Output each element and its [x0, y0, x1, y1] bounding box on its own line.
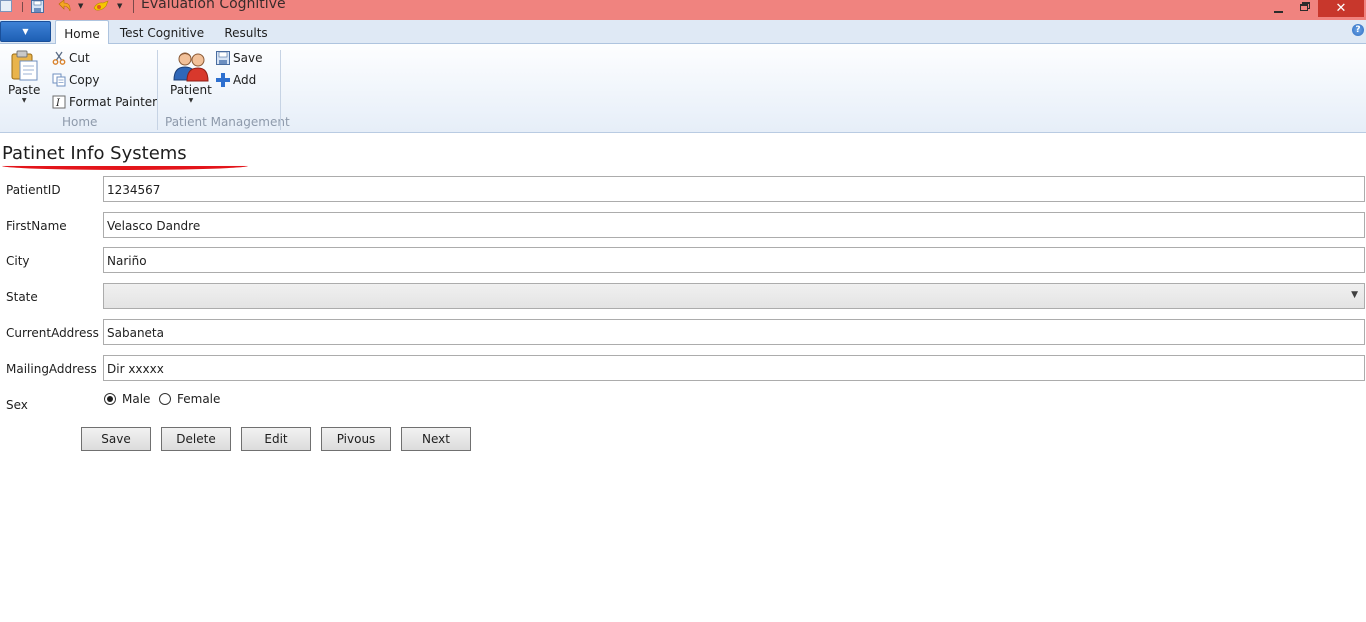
delete-button[interactable]: Delete: [161, 427, 231, 451]
copy-icon: [52, 73, 66, 87]
group-separator: [157, 50, 158, 130]
qat-customize-icon[interactable]: ▼: [117, 2, 122, 10]
application-menu-button[interactable]: ▼: [0, 21, 51, 42]
group-label-patient-management: Patient Management: [165, 115, 290, 129]
radio-selected-dot: [107, 396, 113, 402]
format-painter-icon: I: [52, 95, 66, 109]
paste-icon: [11, 50, 38, 81]
window-title: Evaluation Cognitive: [141, 0, 286, 12]
patient-button[interactable]: Patient ▼: [170, 50, 212, 105]
paste-dropdown-icon[interactable]: ▼: [22, 97, 27, 105]
title-bar: ▼ ▼ Evaluation Cognitive ✕: [0, 0, 1366, 20]
patients-icon: [173, 52, 209, 82]
edit-button[interactable]: Edit: [241, 427, 311, 451]
format-painter-button[interactable]: I Format Painter: [52, 93, 157, 111]
ribbon: Paste ▼ Cut Copy I Format Painter Home P…: [0, 44, 1366, 133]
save-icon: [216, 51, 230, 65]
patient-label: Patient: [170, 83, 212, 97]
ribbon-save-label: Save: [233, 51, 263, 65]
current-address-label: CurrentAddress: [6, 326, 99, 340]
ribbon-save-button[interactable]: Save: [216, 49, 262, 67]
current-address-input[interactable]: [103, 319, 1365, 345]
previous-button[interactable]: Pivous: [321, 427, 391, 451]
patient-dropdown-icon[interactable]: ▼: [189, 97, 194, 105]
copy-button[interactable]: Copy: [52, 71, 99, 89]
state-label: State: [6, 290, 38, 304]
first-name-input[interactable]: [103, 212, 1365, 238]
paste-button[interactable]: Paste ▼: [8, 50, 40, 105]
page-title: Patinet Info Systems: [2, 143, 187, 164]
sex-radio-male-label: Male: [122, 392, 151, 406]
radio-circle[interactable]: [104, 393, 116, 405]
chevron-down-icon: ▼: [22, 27, 29, 36]
restore-button[interactable]: [1292, 0, 1316, 17]
qat-separator: [22, 2, 23, 12]
cut-button[interactable]: Cut: [52, 49, 90, 67]
patient-id-label: PatientID: [6, 183, 61, 197]
restore-icon: [1300, 4, 1308, 11]
ribbon-tab-row: ▼ Home Test Cognitive Results ?: [0, 20, 1366, 45]
quick-save-icon[interactable]: [31, 0, 44, 13]
cut-label: Cut: [69, 51, 90, 65]
sex-label: Sex: [6, 398, 28, 412]
group-separator: [280, 50, 281, 130]
format-painter-label: Format Painter: [69, 95, 158, 109]
close-icon: ✕: [1335, 1, 1347, 16]
patient-id-input[interactable]: [103, 176, 1365, 202]
app-icon[interactable]: [0, 0, 12, 12]
paste-label: Paste: [8, 83, 41, 97]
ribbon-add-label: Add: [233, 73, 257, 87]
minimize-icon: [1273, 10, 1283, 13]
plus-icon: [216, 73, 230, 87]
minimize-button[interactable]: [1266, 0, 1290, 17]
help-icon[interactable]: ?: [1352, 24, 1364, 36]
scissors-icon: [52, 51, 66, 65]
city-input[interactable]: [103, 247, 1365, 273]
next-button[interactable]: Next: [401, 427, 471, 451]
sex-radio-female[interactable]: Female: [159, 392, 220, 406]
undo-dropdown-icon[interactable]: ▼: [78, 2, 83, 10]
first-name-label: FirstName: [6, 219, 67, 233]
tab-home[interactable]: Home: [55, 20, 109, 45]
state-select[interactable]: ▼: [103, 283, 1365, 309]
tab-results[interactable]: Results: [220, 20, 272, 44]
ribbon-add-button[interactable]: Add: [216, 71, 256, 89]
quick-paint-icon[interactable]: [93, 0, 109, 12]
sex-radio-male[interactable]: Male: [104, 392, 150, 406]
city-label: City: [6, 254, 30, 268]
quick-undo-icon[interactable]: [56, 0, 72, 12]
close-button[interactable]: ✕: [1318, 0, 1364, 17]
group-label-home: Home: [62, 115, 98, 129]
sex-radio-female-label: Female: [177, 392, 221, 406]
title-underline-mark: [2, 165, 248, 170]
title-separator: [133, 0, 134, 13]
chevron-down-icon: ▼: [1351, 290, 1358, 300]
copy-label: Copy: [69, 73, 100, 87]
mailing-address-label: MailingAddress: [6, 362, 97, 376]
save-button[interactable]: Save: [81, 427, 151, 451]
tab-test-cognitive[interactable]: Test Cognitive: [118, 20, 206, 44]
radio-circle[interactable]: [159, 393, 171, 405]
mailing-address-input[interactable]: [103, 355, 1365, 381]
